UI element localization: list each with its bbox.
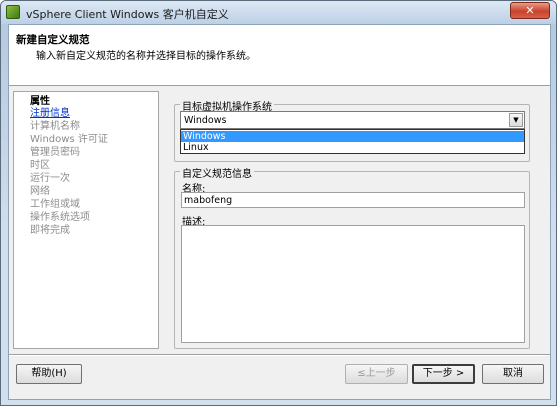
wizard-title: 新建自定义规范: [16, 34, 90, 46]
sidebar-item-workgroup-domain: 工作组或域: [30, 199, 80, 210]
wizard-subtitle: 输入新自定义规范的名称并选择目标的操作系统。: [36, 51, 256, 62]
help-button[interactable]: 帮助(H): [16, 364, 82, 384]
sidebar-item-ready-to-complete: 即将完成: [30, 225, 70, 236]
window-title: vSphere Client Windows 客户机自定义: [26, 8, 229, 21]
sidebar-item-os-options: 操作系统选项: [30, 212, 90, 223]
sidebar-item-computer-name: 计算机名称: [30, 121, 80, 132]
sidebar-item-registration-info[interactable]: 注册信息: [30, 108, 70, 120]
sidebar-item-time-zone: 时区: [30, 160, 50, 171]
os-option-windows[interactable]: Windows: [181, 131, 524, 142]
dialog-client-area: 新建自定义规范 输入新自定义规范的名称并选择目标的操作系统。 属性 注册信息 计…: [8, 24, 551, 400]
spec-description-textarea[interactable]: [181, 225, 525, 343]
target-os-select[interactable]: Windows ▼: [180, 111, 525, 129]
back-button[interactable]: ≤上一步: [345, 364, 408, 384]
spec-info-legend: 自定义规范信息: [180, 165, 254, 180]
dialog-window: vSphere Client Windows 客户机自定义 ✕ 新建自定义规范 …: [0, 0, 557, 406]
close-button[interactable]: ✕: [510, 2, 550, 19]
vsphere-app-icon: [6, 5, 20, 19]
sidebar-item-run-once: 运行一次: [30, 173, 70, 184]
spec-name-input[interactable]: mabofeng: [181, 192, 525, 208]
sidebar-item-windows-license: Windows 许可证: [30, 134, 108, 145]
sidebar-item-admin-password: 管理员密码: [30, 147, 80, 158]
title-bar[interactable]: vSphere Client Windows 客户机自定义 ✕: [1, 1, 556, 24]
spec-name-value: mabofeng: [184, 195, 233, 206]
os-option-linux[interactable]: Linux: [181, 142, 524, 153]
target-os-dropdown-list: Windows Linux: [180, 129, 525, 154]
target-os-selected-value: Windows: [184, 115, 227, 126]
sidebar-section-properties: 属性: [30, 96, 50, 107]
next-button[interactable]: 下一步 >: [412, 364, 475, 384]
chevron-down-icon[interactable]: ▼: [509, 113, 523, 127]
wizard-header: 新建自定义规范 输入新自定义规范的名称并选择目标的操作系统。: [9, 25, 550, 86]
wizard-steps-sidebar: 属性 注册信息 计算机名称 Windows 许可证 管理员密码 时区 运行一次 …: [13, 91, 159, 349]
cancel-button[interactable]: 取消: [482, 364, 544, 384]
sidebar-item-network: 网络: [30, 186, 50, 197]
footer-separator: [9, 354, 550, 356]
